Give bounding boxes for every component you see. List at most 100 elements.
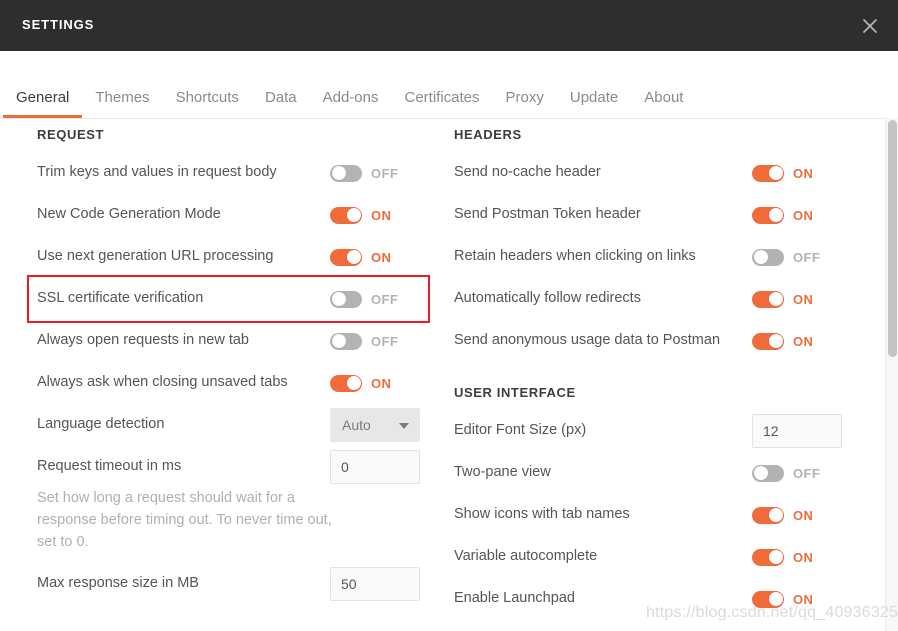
setting-row-ssl-certificate-verification: SSL certificate verification OFF bbox=[37, 278, 422, 320]
toggle-state-label: OFF bbox=[371, 165, 399, 181]
toggle-show-icons-with-tab-names[interactable] bbox=[752, 506, 784, 524]
setting-control: OFF bbox=[752, 464, 844, 482]
toggle-use-next-generation-url-processing[interactable] bbox=[330, 248, 362, 266]
setting-label: Language detection bbox=[37, 416, 165, 433]
close-icon[interactable] bbox=[852, 8, 888, 44]
toggle-ssl-certificate-verification[interactable] bbox=[330, 290, 362, 308]
setting-label: Always open requests in new tab bbox=[37, 332, 249, 349]
setting-control: OFF bbox=[330, 332, 422, 350]
window-titlebar: SETTINGS bbox=[0, 0, 898, 51]
toggle-knob bbox=[346, 250, 361, 264]
toggle-send-postman-token-header[interactable] bbox=[752, 206, 784, 224]
setting-control: ON bbox=[752, 548, 844, 566]
toggle-state-label: OFF bbox=[793, 465, 821, 481]
toggle-automatically-follow-redirects[interactable] bbox=[752, 290, 784, 308]
toggle-send-no-cache-header[interactable] bbox=[752, 164, 784, 182]
setting-row-always-ask-when-closing-unsaved-tabs: Always ask when closing unsaved tabs ON bbox=[37, 362, 422, 404]
toggle-state-label: ON bbox=[793, 507, 814, 523]
setting-control: ON bbox=[752, 590, 844, 608]
toggle-knob bbox=[768, 508, 783, 522]
setting-row-always-open-requests-in-new-tab: Always open requests in new tab OFF bbox=[37, 320, 422, 362]
setting-row-editor-font-size-px: Editor Font Size (px) bbox=[454, 410, 844, 452]
setting-control: ON bbox=[752, 290, 844, 308]
request-settings-list: Trim keys and values in request body OFF N… bbox=[37, 152, 422, 605]
page-title: SETTINGS bbox=[22, 17, 95, 32]
toggle-knob bbox=[331, 166, 346, 180]
toggle-state-label: ON bbox=[371, 375, 392, 391]
request-column: REQUEST Trim keys and values in request … bbox=[27, 118, 430, 605]
setting-label: Max response size in MB bbox=[37, 575, 199, 592]
toggle-knob bbox=[753, 466, 768, 480]
tab-themes[interactable]: Themes bbox=[82, 90, 162, 118]
toggle-state-label: ON bbox=[371, 249, 392, 265]
toggle-knob bbox=[768, 592, 783, 606]
tab-shortcuts[interactable]: Shortcuts bbox=[163, 90, 252, 118]
setting-control bbox=[330, 567, 422, 602]
setting-label: Show icons with tab names bbox=[454, 506, 630, 523]
setting-label: Send anonymous usage data to Postman bbox=[454, 332, 721, 349]
content-scrollbar-track[interactable] bbox=[885, 118, 898, 631]
tab-certificates[interactable]: Certificates bbox=[392, 90, 493, 118]
toggle-enable-launchpad[interactable] bbox=[752, 590, 784, 608]
setting-label: Variable autocomplete bbox=[454, 548, 598, 565]
toggle-state-label: OFF bbox=[793, 249, 821, 265]
setting-label: New Code Generation Mode bbox=[37, 206, 221, 223]
toggle-send-anonymous-usage-data-to-postman[interactable] bbox=[752, 332, 784, 350]
toggle-knob bbox=[768, 550, 783, 564]
toggle-new-code-generation-mode[interactable] bbox=[330, 206, 362, 224]
toggle-state-label: ON bbox=[793, 291, 814, 307]
tab-proxy[interactable]: Proxy bbox=[493, 90, 557, 118]
toggle-state-label: OFF bbox=[371, 333, 399, 349]
setting-row-use-next-generation-url-processing: Use next generation URL processing ON bbox=[37, 236, 422, 278]
tab-update[interactable]: Update bbox=[557, 90, 631, 118]
setting-control: OFF bbox=[330, 290, 422, 308]
select-language-detection[interactable]: Auto bbox=[330, 408, 420, 442]
tab-general[interactable]: General bbox=[3, 90, 83, 118]
toggle-knob bbox=[768, 292, 783, 306]
toggle-state-label: ON bbox=[793, 333, 814, 349]
setting-label: SSL certificate verification bbox=[37, 290, 204, 307]
chevron-down-icon bbox=[399, 423, 409, 429]
input-editor-font-size-px[interactable] bbox=[752, 414, 842, 448]
toggle-always-open-requests-in-new-tab[interactable] bbox=[330, 332, 362, 350]
toggle-knob bbox=[346, 208, 361, 222]
right-column: HEADERS Send no-cache header ON Send Postm… bbox=[454, 118, 844, 620]
settings-tabbar: General Themes Shortcuts Data Add-ons Certifi… bbox=[0, 51, 898, 119]
section-title-headers: HEADERS bbox=[454, 127, 522, 142]
setting-control bbox=[330, 450, 422, 484]
content-scrollbar-thumb[interactable] bbox=[888, 120, 897, 357]
toggle-retain-headers-when-clicking-on-links[interactable] bbox=[752, 248, 784, 266]
toggle-state-label: ON bbox=[371, 207, 392, 223]
tab-list: General Themes Shortcuts Data Add-ons Certifi… bbox=[0, 90, 696, 118]
setting-row-variable-autocomplete: Variable autocomplete ON bbox=[454, 536, 844, 578]
setting-row-request-timeout-in-ms: Request timeout in ms bbox=[37, 446, 422, 488]
input-max-response-size-in-mb[interactable] bbox=[330, 567, 420, 602]
toggle-always-ask-when-closing-unsaved-tabs[interactable] bbox=[330, 374, 362, 392]
tab-add-ons[interactable]: Add-ons bbox=[310, 90, 392, 118]
toggle-trim-keys-and-values-in-request-body[interactable] bbox=[330, 164, 362, 182]
setting-label: Use next generation URL processing bbox=[37, 248, 274, 265]
setting-label: Two-pane view bbox=[454, 464, 551, 481]
tab-data[interactable]: Data bbox=[252, 90, 310, 118]
setting-row-automatically-follow-redirects: Automatically follow redirects ON bbox=[454, 278, 844, 320]
toggle-state-label: OFF bbox=[371, 291, 399, 307]
toggle-state-label: ON bbox=[793, 165, 814, 181]
setting-row-new-code-generation-mode: New Code Generation Mode ON bbox=[37, 194, 422, 236]
setting-control: ON bbox=[752, 506, 844, 524]
setting-control: ON bbox=[330, 206, 422, 224]
setting-control: ON bbox=[330, 374, 422, 392]
setting-row-trim-keys-and-values-in-request-body: Trim keys and values in request body OFF bbox=[37, 152, 422, 194]
setting-control: ON bbox=[752, 206, 844, 224]
setting-label: Always ask when closing unsaved tabs bbox=[37, 374, 288, 391]
tab-about[interactable]: About bbox=[631, 90, 696, 118]
toggle-two-pane-view[interactable] bbox=[752, 464, 784, 482]
setting-row-retain-headers-when-clicking-on-links: Retain headers when clicking on links OFF bbox=[454, 236, 844, 278]
settings-content: REQUEST Trim keys and values in request … bbox=[0, 118, 898, 631]
toggle-state-label: ON bbox=[793, 207, 814, 223]
toggle-variable-autocomplete[interactable] bbox=[752, 548, 784, 566]
setting-label: Send no-cache header bbox=[454, 164, 601, 181]
setting-control bbox=[752, 414, 844, 448]
toggle-knob bbox=[768, 334, 783, 348]
input-request-timeout-in-ms[interactable] bbox=[330, 450, 420, 484]
headers-settings-list: Send no-cache header ON Send Postman Token… bbox=[454, 152, 844, 362]
